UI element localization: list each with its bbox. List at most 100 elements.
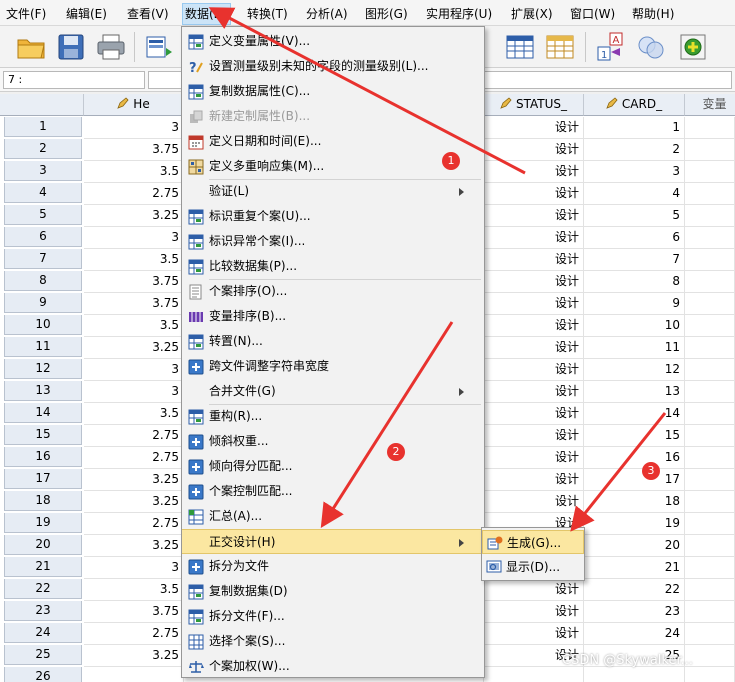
cell-empty-var[interactable] bbox=[685, 425, 735, 447]
cell-status[interactable]: 设计 bbox=[484, 161, 584, 183]
cell-status[interactable]: 设计 bbox=[484, 205, 584, 227]
cell-card[interactable]: 19 bbox=[584, 513, 685, 535]
row-header[interactable]: 8 bbox=[4, 271, 82, 291]
row-header[interactable]: 5 bbox=[4, 205, 82, 225]
cell-status[interactable]: 设计 bbox=[484, 381, 584, 403]
data-menu-item-0[interactable]: 定义变量属性(V)... bbox=[182, 29, 484, 54]
data-menu-item-13[interactable]: 跨文件调整字符串宽度 bbox=[182, 354, 484, 379]
cell-status[interactable]: 设计 bbox=[484, 425, 584, 447]
cell-status[interactable]: 设计 bbox=[484, 337, 584, 359]
menu-transform[interactable]: 转换(T) bbox=[247, 5, 288, 23]
cell-he[interactable]: 3.5 bbox=[84, 161, 184, 183]
cell-empty-var[interactable] bbox=[685, 667, 735, 682]
cell-empty-var[interactable] bbox=[685, 601, 735, 623]
row-header[interactable]: 2 bbox=[4, 139, 82, 159]
cell-empty-var[interactable] bbox=[685, 337, 735, 359]
row-header[interactable]: 19 bbox=[4, 513, 82, 533]
menu-analyze[interactable]: 分析(A) bbox=[306, 5, 348, 23]
cell-card[interactable]: 21 bbox=[584, 557, 685, 579]
row-header[interactable]: 22 bbox=[4, 579, 82, 599]
data-menu-item-23[interactable]: 拆分文件(F)... bbox=[182, 604, 484, 629]
cell-empty-var[interactable] bbox=[685, 623, 735, 645]
data-menu-item-21[interactable]: 拆分为文件 bbox=[182, 554, 484, 579]
cell-card[interactable]: 9 bbox=[584, 293, 685, 315]
menu-extensions[interactable]: 扩展(X) bbox=[511, 5, 553, 23]
cell-card[interactable]: 24 bbox=[584, 623, 685, 645]
data-menu-item-18[interactable]: 个案控制匹配... bbox=[182, 479, 484, 504]
cell-card[interactable]: 3 bbox=[584, 161, 685, 183]
cell-he[interactable]: 3.75 bbox=[84, 139, 184, 161]
menu-edit[interactable]: 编辑(E) bbox=[66, 5, 107, 23]
cell-he[interactable]: 3.25 bbox=[84, 535, 184, 557]
cell-status[interactable]: 设计 bbox=[484, 403, 584, 425]
cell-he[interactable]: 3 bbox=[84, 381, 184, 403]
cell-empty-var[interactable] bbox=[685, 469, 735, 491]
data-menu-item-20[interactable]: 正交设计(H) bbox=[182, 529, 484, 554]
cell-card[interactable]: 8 bbox=[584, 271, 685, 293]
cell-card[interactable]: 13 bbox=[584, 381, 685, 403]
cell-he[interactable]: 2.75 bbox=[84, 513, 184, 535]
data-menu-item-19[interactable]: 汇总(A)... bbox=[182, 504, 484, 529]
cell-empty-var[interactable] bbox=[685, 271, 735, 293]
cell-empty-var[interactable] bbox=[685, 403, 735, 425]
cell-status[interactable]: 设计 bbox=[484, 183, 584, 205]
menu-utilities[interactable]: 实用程序(U) bbox=[426, 5, 492, 23]
cell-card[interactable]: 5 bbox=[584, 205, 685, 227]
cell-card[interactable]: 6 bbox=[584, 227, 685, 249]
save-icon[interactable] bbox=[54, 30, 88, 64]
cell-status[interactable]: 设计 bbox=[484, 447, 584, 469]
cell-card[interactable]: 16 bbox=[584, 447, 685, 469]
cell-empty-var[interactable] bbox=[685, 139, 735, 161]
cell-card[interactable]: 20 bbox=[584, 535, 685, 557]
row-header[interactable]: 12 bbox=[4, 359, 82, 379]
extension-add-icon[interactable] bbox=[676, 30, 710, 64]
cell-status[interactable]: 设计 bbox=[484, 139, 584, 161]
column-header-var[interactable]: 变量 bbox=[685, 94, 735, 116]
data-menu-item-9[interactable]: 比较数据集(P)... bbox=[182, 254, 484, 279]
row-header[interactable]: 20 bbox=[4, 535, 82, 555]
variable-grid-icon[interactable] bbox=[543, 30, 577, 64]
data-menu-item-22[interactable]: 复制数据集(D) bbox=[182, 579, 484, 604]
cell-card[interactable]: 14 bbox=[584, 403, 685, 425]
menu-view[interactable]: 查看(V) bbox=[127, 5, 169, 23]
cell-empty-var[interactable] bbox=[685, 249, 735, 271]
data-menu-item-24[interactable]: 选择个案(S)... bbox=[182, 629, 484, 654]
cell-card[interactable]: 7 bbox=[584, 249, 685, 271]
row-header[interactable]: 6 bbox=[4, 227, 82, 247]
cell-he[interactable]: 3.5 bbox=[84, 403, 184, 425]
cell-empty-var[interactable] bbox=[685, 183, 735, 205]
cell-card[interactable]: 11 bbox=[584, 337, 685, 359]
cell-empty-var[interactable] bbox=[685, 381, 735, 403]
cell-he[interactable]: 2.75 bbox=[84, 623, 184, 645]
menu-data[interactable]: 数据(D) bbox=[182, 3, 231, 25]
cell-card[interactable]: 1 bbox=[584, 117, 685, 139]
cell-he[interactable]: 2.75 bbox=[84, 447, 184, 469]
cell-he[interactable]: 3.5 bbox=[84, 315, 184, 337]
cell-he[interactable]: 3.25 bbox=[84, 645, 184, 667]
cell-empty-var[interactable] bbox=[685, 205, 735, 227]
row-header[interactable]: 13 bbox=[4, 381, 82, 401]
submenu-item-0[interactable]: 生成(G)... bbox=[482, 530, 584, 554]
cell-he[interactable]: 3.5 bbox=[84, 579, 184, 601]
cell-status[interactable]: 设计 bbox=[484, 249, 584, 271]
data-menu-item-4[interactable]: 定义日期和时间(E)... bbox=[182, 129, 484, 154]
cell-card[interactable]: 18 bbox=[584, 491, 685, 513]
cell-he[interactable]: 3.25 bbox=[84, 337, 184, 359]
cell-empty-var[interactable] bbox=[685, 161, 735, 183]
data-menu-item-2[interactable]: 复制数据属性(C)... bbox=[182, 79, 484, 104]
row-header[interactable]: 11 bbox=[4, 337, 82, 357]
cell-empty-var[interactable] bbox=[685, 227, 735, 249]
column-header-card[interactable]: CARD_ bbox=[584, 94, 685, 116]
cell-he[interactable] bbox=[84, 667, 184, 682]
cell-he[interactable]: 3.5 bbox=[84, 249, 184, 271]
data-menu-item-25[interactable]: 个案加权(W)... bbox=[182, 654, 484, 679]
value-labels-icon[interactable]: A1 bbox=[594, 30, 628, 64]
column-header-he[interactable]: He bbox=[84, 94, 184, 116]
open-folder-icon[interactable] bbox=[14, 30, 48, 64]
data-menu-item-8[interactable]: 标识异常个案(I)... bbox=[182, 229, 484, 254]
row-header[interactable]: 9 bbox=[4, 293, 82, 313]
column-header-status[interactable]: STATUS_ bbox=[484, 94, 584, 116]
cell-he[interactable]: 3 bbox=[84, 557, 184, 579]
cell-card[interactable]: 22 bbox=[584, 579, 685, 601]
data-menu-item-1[interactable]: ? 设置测量级别未知的字段的测量级别(L)... bbox=[182, 54, 484, 79]
